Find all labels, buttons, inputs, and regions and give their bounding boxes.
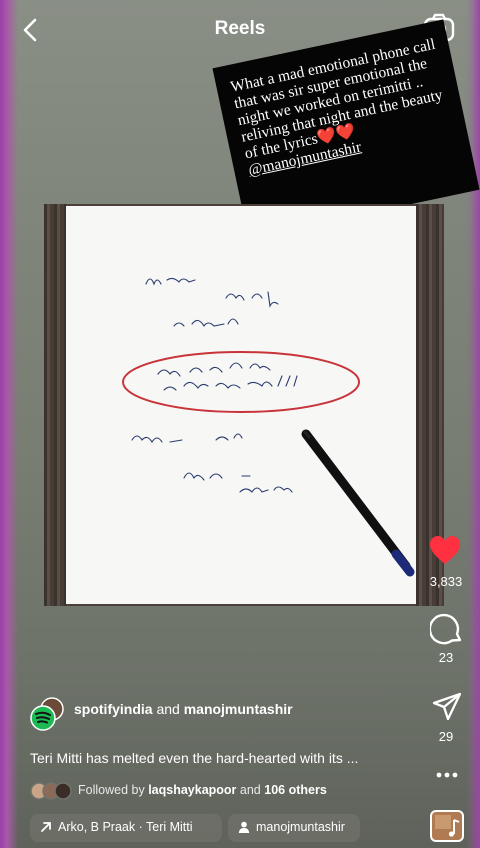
reel-screen: Reels What a mad emotional phone call th… (0, 0, 480, 848)
handwriting-scribbles (122, 277, 415, 577)
wood-table-left (44, 204, 68, 606)
lyrics-paper (66, 206, 416, 604)
followed-prefix: Followed by (78, 783, 145, 797)
share-count: 29 (438, 729, 454, 744)
comment-count: 23 (438, 650, 454, 665)
followed-text: Followed by laqshaykapoor and 106 others (78, 783, 327, 797)
author-avatar[interactable] (30, 696, 66, 732)
post-description[interactable]: Teri Mitti has melted even the hard-hear… (30, 750, 420, 766)
audio-thumbnail[interactable] (430, 810, 464, 842)
followed-by-row[interactable]: Followed by laqshaykapoor and 106 others (30, 780, 420, 802)
like-count: 3,833 (429, 574, 463, 589)
tagged-user: manojmuntashir (256, 820, 345, 834)
heart-icon[interactable] (428, 534, 462, 566)
person-icon (238, 821, 250, 833)
followed-others[interactable]: 106 others (264, 783, 327, 797)
tagged-user-chip[interactable]: manojmuntashir (228, 814, 360, 842)
followed-user[interactable]: laqshaykapoor (148, 783, 236, 797)
share-icon[interactable] (432, 692, 462, 722)
left-gradient-edge (0, 0, 18, 848)
comment-icon[interactable] (430, 612, 464, 646)
author-row: spotifyindia and manojmuntashir (30, 694, 410, 734)
right-gradient-edge (466, 0, 480, 848)
audio-track: Arko, B Praak · Teri Mitti (58, 820, 193, 834)
author-joiner: and (156, 701, 180, 717)
more-icon[interactable] (432, 764, 462, 786)
author-secondary[interactable]: manojmuntashir (184, 701, 293, 717)
author-primary[interactable]: spotifyindia (74, 701, 153, 717)
follower-avatars (30, 782, 72, 800)
followed-joiner: and (239, 783, 261, 797)
music-arrow-icon (41, 822, 51, 832)
audio-track-chip[interactable]: Arko, B Praak · Teri Mitti (30, 814, 222, 842)
music-note-icon (435, 815, 460, 837)
video-frame[interactable] (44, 204, 444, 606)
author-names[interactable]: spotifyindia and manojmuntashir (74, 701, 293, 717)
